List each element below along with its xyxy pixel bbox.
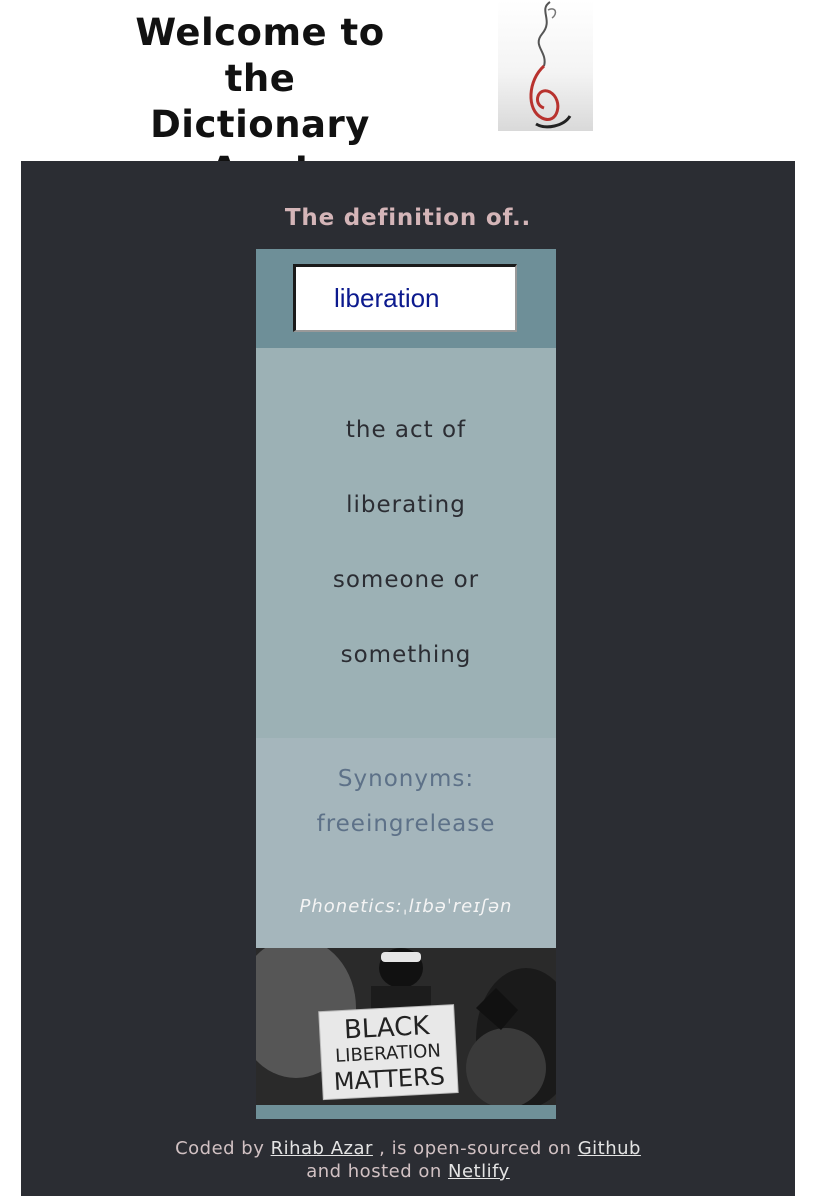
github-link[interactable]: Github xyxy=(578,1138,641,1159)
main-panel: The definition of.. the act of liberatin… xyxy=(21,161,795,1196)
hosted-on-text: and hosted on xyxy=(306,1161,442,1182)
search-input[interactable] xyxy=(293,264,517,332)
definition-line: the act of xyxy=(345,417,467,443)
synonyms-area: Synonyms: freeingrelease Phonetics:ˌlɪbə… xyxy=(256,738,556,948)
synonyms-value: freeingrelease xyxy=(316,811,496,837)
credits-line-2: and hosted on Netlify xyxy=(21,1160,795,1183)
definition-heading: The definition of.. xyxy=(284,205,532,231)
synonyms-label: Synonyms: xyxy=(337,766,475,792)
welcome-line-1: Welcome to the xyxy=(135,11,385,100)
credits-line-1: Coded by Rihab Azar , is open-sourced on… xyxy=(21,1137,795,1160)
open-sourced-text: , is open-sourced on xyxy=(379,1138,572,1159)
sign-line-1: BLACK xyxy=(343,1011,431,1045)
definition-line: liberating xyxy=(346,492,466,518)
definition-line: someone or xyxy=(332,567,480,593)
author-link[interactable]: Rihab Azar xyxy=(271,1138,373,1159)
definition-line: something xyxy=(340,642,472,668)
calligraphy-logo-icon xyxy=(498,0,593,131)
dictionary-card: the act of liberating someone or somethi… xyxy=(256,249,556,1119)
definition-text: the act of liberating someone or somethi… xyxy=(296,393,516,693)
definition-area: the act of liberating someone or somethi… xyxy=(256,348,556,738)
coded-by-text: Coded by xyxy=(175,1138,265,1159)
netlify-link[interactable]: Netlify xyxy=(448,1161,510,1182)
search-area xyxy=(256,249,556,348)
sign-line-3: MATTERS xyxy=(333,1062,446,1096)
phonetics-text: Phonetics:ˌlɪbəˈreɪʃən xyxy=(299,896,513,917)
header: Welcome to the Dictionary App! xyxy=(0,0,820,192)
protest-photo: BLACK LIBERATION MATTERS xyxy=(256,948,556,1105)
footer-credits: Coded by Rihab Azar , is open-sourced on… xyxy=(21,1137,795,1183)
